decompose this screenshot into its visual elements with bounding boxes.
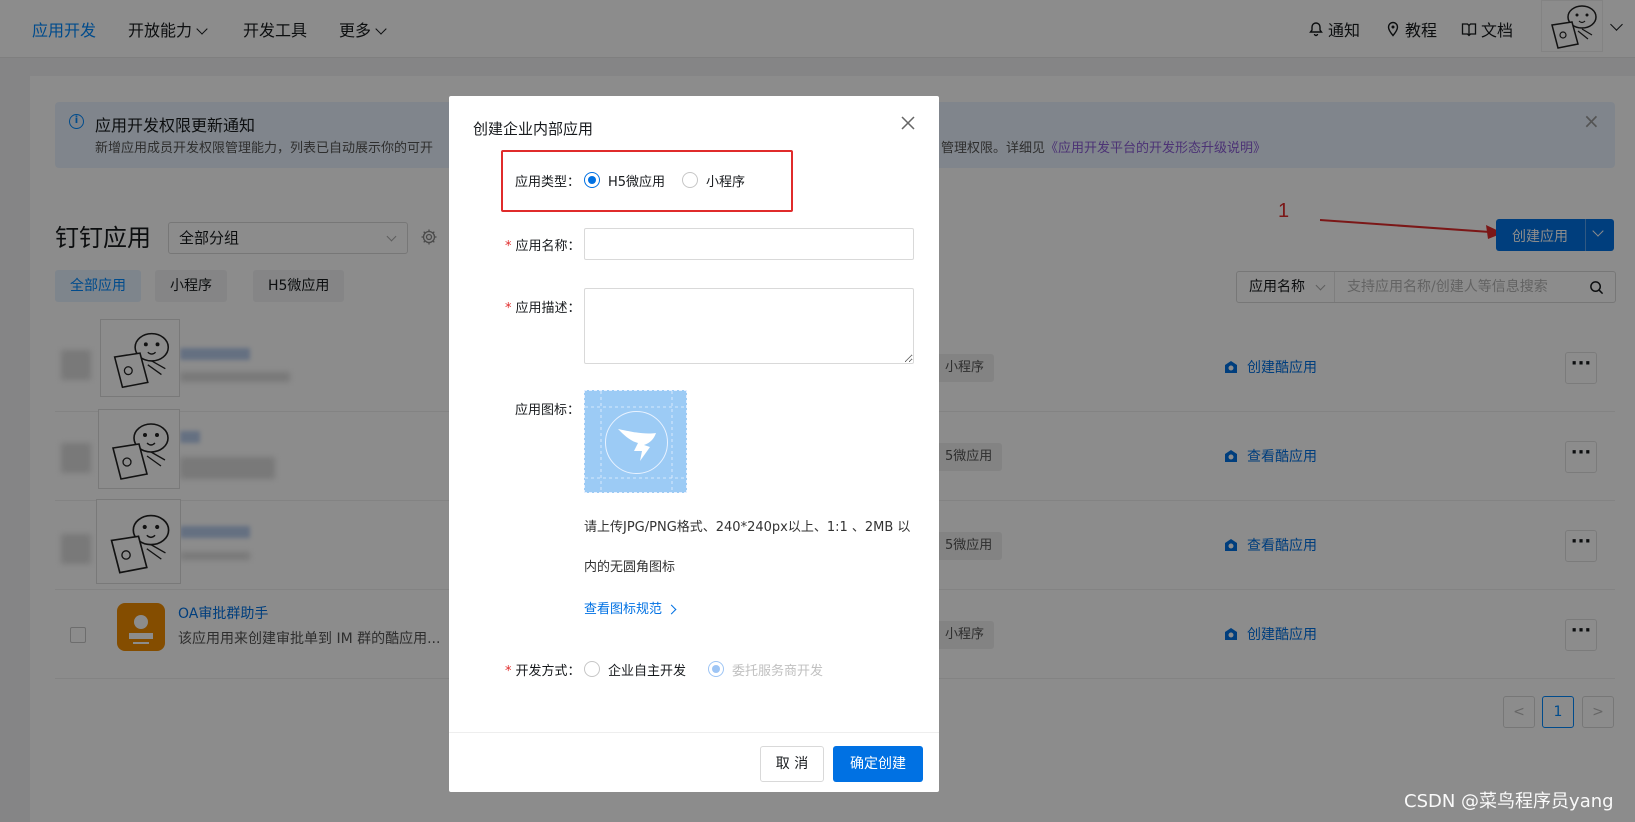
- radio-label-h5[interactable]: H5微应用: [608, 171, 665, 190]
- icon-spec-link-label: 查看图标规范: [584, 602, 663, 617]
- watermark-text: CSDN @菜鸟程序员yang: [1404, 791, 1614, 812]
- create-app-dialog: 创建企业内部应用 应用类型： H5微应用 小程序 * 应用名称： * 应用描述： 应…: [449, 96, 939, 792]
- app-name-input[interactable]: [584, 228, 914, 260]
- app-type-label: 应用类型：: [515, 175, 581, 190]
- radio-self-dev[interactable]: [584, 661, 600, 677]
- radio-h5-app[interactable]: [584, 172, 600, 188]
- icon-spec-link[interactable]: 查看图标规范: [584, 598, 677, 617]
- dialog-footer-divider: [449, 732, 939, 733]
- app-desc-textarea[interactable]: [584, 288, 914, 364]
- dev-mode-label-text: 开发方式：: [515, 664, 581, 679]
- app-desc-label: * 应用描述：: [505, 297, 581, 316]
- app-name-label-text: 应用名称：: [515, 239, 581, 254]
- required-asterisk: *: [505, 239, 512, 254]
- app-icon-label: 应用图标：: [515, 403, 581, 418]
- required-asterisk: *: [505, 301, 512, 316]
- dingtalk-logo-icon: [585, 391, 686, 492]
- cancel-button[interactable]: 取 消: [760, 746, 824, 782]
- required-asterisk: *: [505, 664, 512, 679]
- app-name-label: * 应用名称：: [505, 235, 581, 254]
- upload-hint-continued: 内的无圆角图标: [584, 560, 676, 575]
- close-icon[interactable]: [899, 114, 917, 132]
- radio-label-self-dev[interactable]: 企业自主开发: [608, 660, 686, 679]
- icon-upload-area[interactable]: [584, 390, 687, 493]
- dialog-title: 创建企业内部应用: [473, 120, 594, 138]
- upload-hint: 请上传JPG/PNG格式、240*240px以上、1:1 、2MB 以: [584, 520, 911, 535]
- chevron-right-icon: [666, 604, 677, 615]
- radio-label-mini-program[interactable]: 小程序: [706, 171, 745, 190]
- confirm-create-button[interactable]: 确定创建: [833, 746, 923, 782]
- app-desc-label-text: 应用描述：: [515, 301, 581, 316]
- dev-mode-label: * 开发方式：: [505, 660, 581, 679]
- radio-label-vendor-dev: 委托服务商开发: [732, 664, 824, 679]
- radio-vendor-dev: [708, 661, 724, 677]
- radio-mini-program[interactable]: [682, 172, 698, 188]
